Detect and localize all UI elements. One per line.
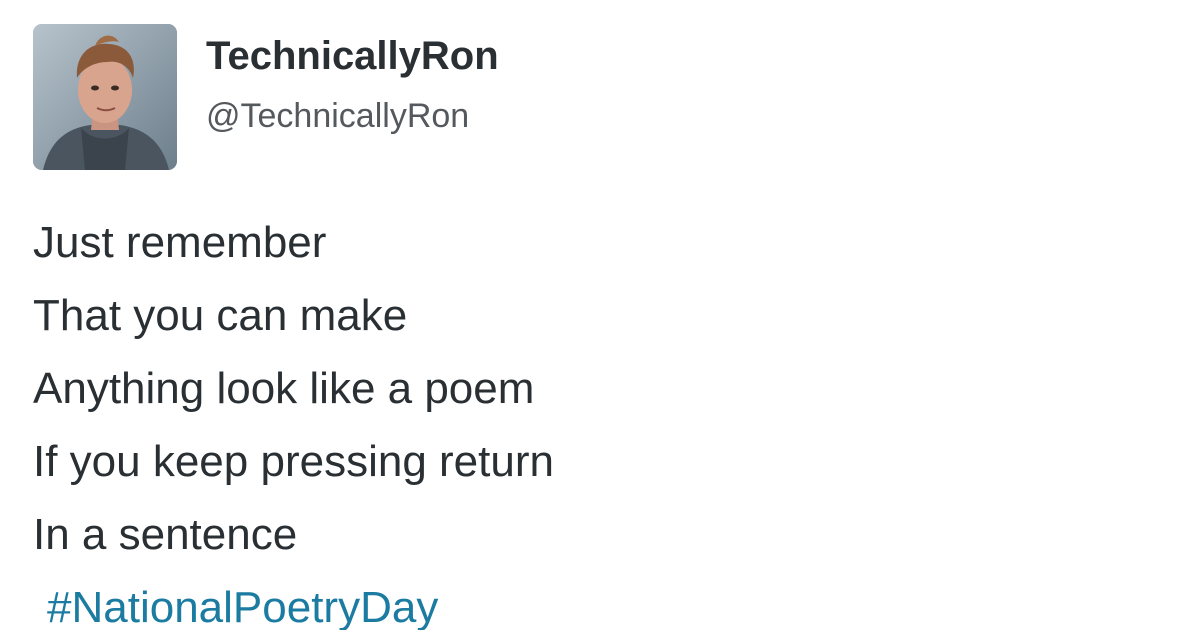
hashtag-link[interactable]: #NationalPoetryDay [47, 571, 438, 630]
tweet-line: That you can make [33, 291, 408, 340]
hashtag-line: #NationalPoetryDay [33, 571, 1163, 630]
tweet-line: Just remember [33, 218, 327, 267]
tweet-text: Just remember That you can make Anything… [33, 206, 1163, 630]
tweet-line: In a sentence [33, 510, 298, 559]
tweet-card: TechnicallyRon @TechnicallyRon Just reme… [0, 0, 1200, 630]
avatar-portrait-illustration [33, 24, 177, 170]
author-display-name[interactable]: TechnicallyRon [206, 34, 499, 79]
avatar[interactable] [33, 24, 177, 170]
tweet-line: Anything look like a poem [33, 364, 535, 413]
tweet-line: If you keep pressing return [33, 437, 554, 486]
author-handle[interactable]: @TechnicallyRon [206, 97, 469, 136]
